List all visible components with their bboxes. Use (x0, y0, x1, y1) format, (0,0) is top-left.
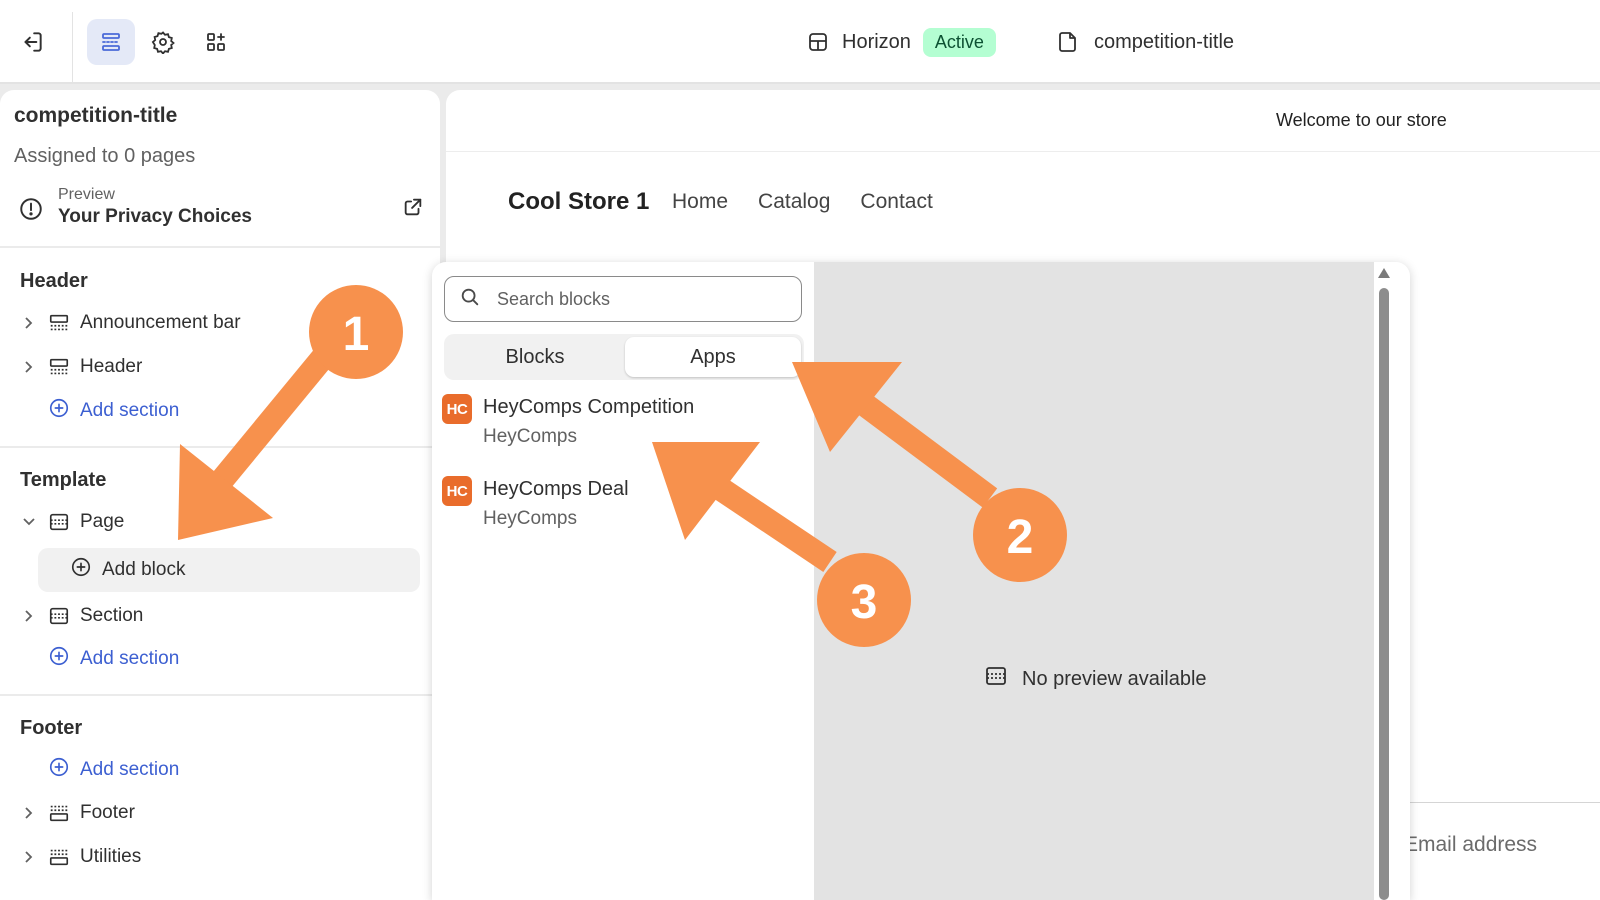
exit-icon[interactable] (8, 19, 56, 65)
add-section-label: Add section (80, 759, 180, 780)
app-name: HeyComps Deal (483, 478, 629, 500)
chevron-right-icon (20, 850, 38, 864)
section-icon (48, 356, 70, 378)
page-icon (1059, 32, 1076, 52)
nav-link-contact[interactable]: Contact (860, 190, 932, 214)
add-section-button[interactable]: Add section (48, 393, 179, 429)
add-block-button[interactable]: Add block (38, 548, 420, 592)
app-logo: HC (442, 476, 472, 506)
theme-name: Horizon (842, 30, 911, 53)
search-input[interactable] (497, 288, 777, 310)
announcement-bar: Welcome to our store (446, 90, 1600, 152)
preview-selector[interactable]: Preview Your Privacy Choices (18, 184, 424, 234)
plus-circle-icon (48, 645, 70, 673)
header-group-heading: Header (20, 270, 88, 292)
sidebar-item-section[interactable]: Section (20, 598, 143, 634)
page-name: competition-title (1094, 30, 1235, 53)
gear-icon[interactable] (139, 19, 187, 65)
tab-apps[interactable]: Apps (625, 337, 801, 377)
add-section-button[interactable]: Add section (48, 752, 179, 788)
template-title: competition-title (14, 104, 178, 127)
sidebar-item-label: Header (80, 356, 143, 377)
page-selector[interactable]: competition-title (1056, 24, 1234, 60)
sidebar-item-footer[interactable]: Footer (20, 795, 135, 831)
chevron-right-icon (20, 806, 38, 820)
preview-value: Your Privacy Choices (58, 206, 252, 227)
add-section-label: Add section (80, 648, 180, 669)
block-preview-area: No preview available (814, 262, 1374, 900)
external-link-icon[interactable] (402, 196, 424, 223)
email-placeholder: Email address (1404, 833, 1538, 856)
app-developer: HeyComps (483, 508, 577, 529)
store-logo[interactable]: Cool Store 1 (508, 188, 649, 216)
template-subtitle: Assigned to 0 pages (14, 145, 196, 167)
info-icon (18, 196, 44, 227)
add-section-button[interactable]: Add section (48, 641, 179, 677)
section-icon (48, 846, 70, 868)
template-group-heading: Template (20, 469, 107, 491)
app-item-heycomps-deal[interactable]: HC HeyComps Deal HeyComps (442, 474, 802, 536)
scrollbar-thumb[interactable] (1379, 288, 1389, 900)
no-preview-message: No preview available (984, 664, 1207, 694)
sidebar-item-label: Announcement bar (80, 312, 241, 333)
sidebar-item-label: Page (80, 511, 125, 532)
sidebar-item-page[interactable]: Page (20, 504, 124, 540)
add-section-label: Add section (80, 400, 180, 421)
scrollbar[interactable] (1374, 262, 1394, 900)
search-blocks-field[interactable] (444, 276, 802, 322)
announcement-text: Welcome to our store (1276, 110, 1447, 130)
plus-circle-icon (48, 756, 70, 784)
chevron-right-icon (20, 316, 38, 330)
email-input[interactable]: Email address (1404, 802, 1600, 900)
app-developer: HeyComps (483, 426, 577, 447)
app-item-heycomps-competition[interactable]: HC HeyComps Competition HeyComps (442, 392, 802, 454)
preview-label: Preview (58, 186, 115, 203)
sidebar-item-header[interactable]: Header (20, 349, 142, 385)
section-icon (48, 605, 70, 627)
picker-tabs: Blocks Apps (444, 334, 804, 380)
app-name: HeyComps Competition (483, 396, 695, 418)
nav-link-home[interactable]: Home (672, 190, 728, 214)
sidebar-item-label: Footer (80, 802, 135, 823)
sidebar-item-utilities[interactable]: Utilities (20, 839, 141, 875)
chevron-right-icon (20, 360, 38, 374)
apps-icon[interactable] (192, 19, 240, 65)
divider (0, 246, 440, 248)
sidebar: competition-title Assigned to 0 pages Pr… (0, 90, 440, 900)
section-icon (48, 802, 70, 824)
toolbar-divider (72, 12, 73, 82)
main-nav: Home Catalog Contact (672, 190, 933, 214)
divider (0, 446, 440, 448)
sections-icon[interactable] (87, 19, 135, 65)
sidebar-item-announcement-bar[interactable]: Announcement bar (20, 305, 241, 341)
section-icon (48, 511, 70, 533)
section-icon (984, 664, 1008, 694)
sidebar-item-label: Utilities (80, 846, 142, 867)
plus-circle-icon (70, 556, 92, 584)
theme-icon (809, 33, 827, 51)
chevron-down-icon (20, 516, 38, 528)
sidebar-item-label: Section (80, 605, 144, 626)
no-preview-text: No preview available (1022, 667, 1207, 690)
tab-blocks[interactable]: Blocks (447, 337, 623, 377)
plus-circle-icon (48, 397, 70, 425)
scroll-up-arrow-icon[interactable] (1378, 268, 1390, 278)
nav-link-catalog[interactable]: Catalog (758, 190, 830, 214)
status-badge: Active (922, 27, 996, 57)
block-picker: Blocks Apps HC HeyComps Competition HeyC… (432, 262, 1410, 900)
top-bar: Horizon Active competition-title (0, 0, 1600, 84)
add-block-label: Add block (102, 559, 186, 580)
theme-info[interactable]: Horizon Active (806, 24, 996, 60)
section-icon (48, 312, 70, 334)
divider (0, 694, 440, 696)
chevron-right-icon (20, 609, 38, 623)
app-logo: HC (442, 394, 472, 424)
search-icon (459, 286, 481, 313)
footer-group-heading: Footer (20, 717, 83, 739)
